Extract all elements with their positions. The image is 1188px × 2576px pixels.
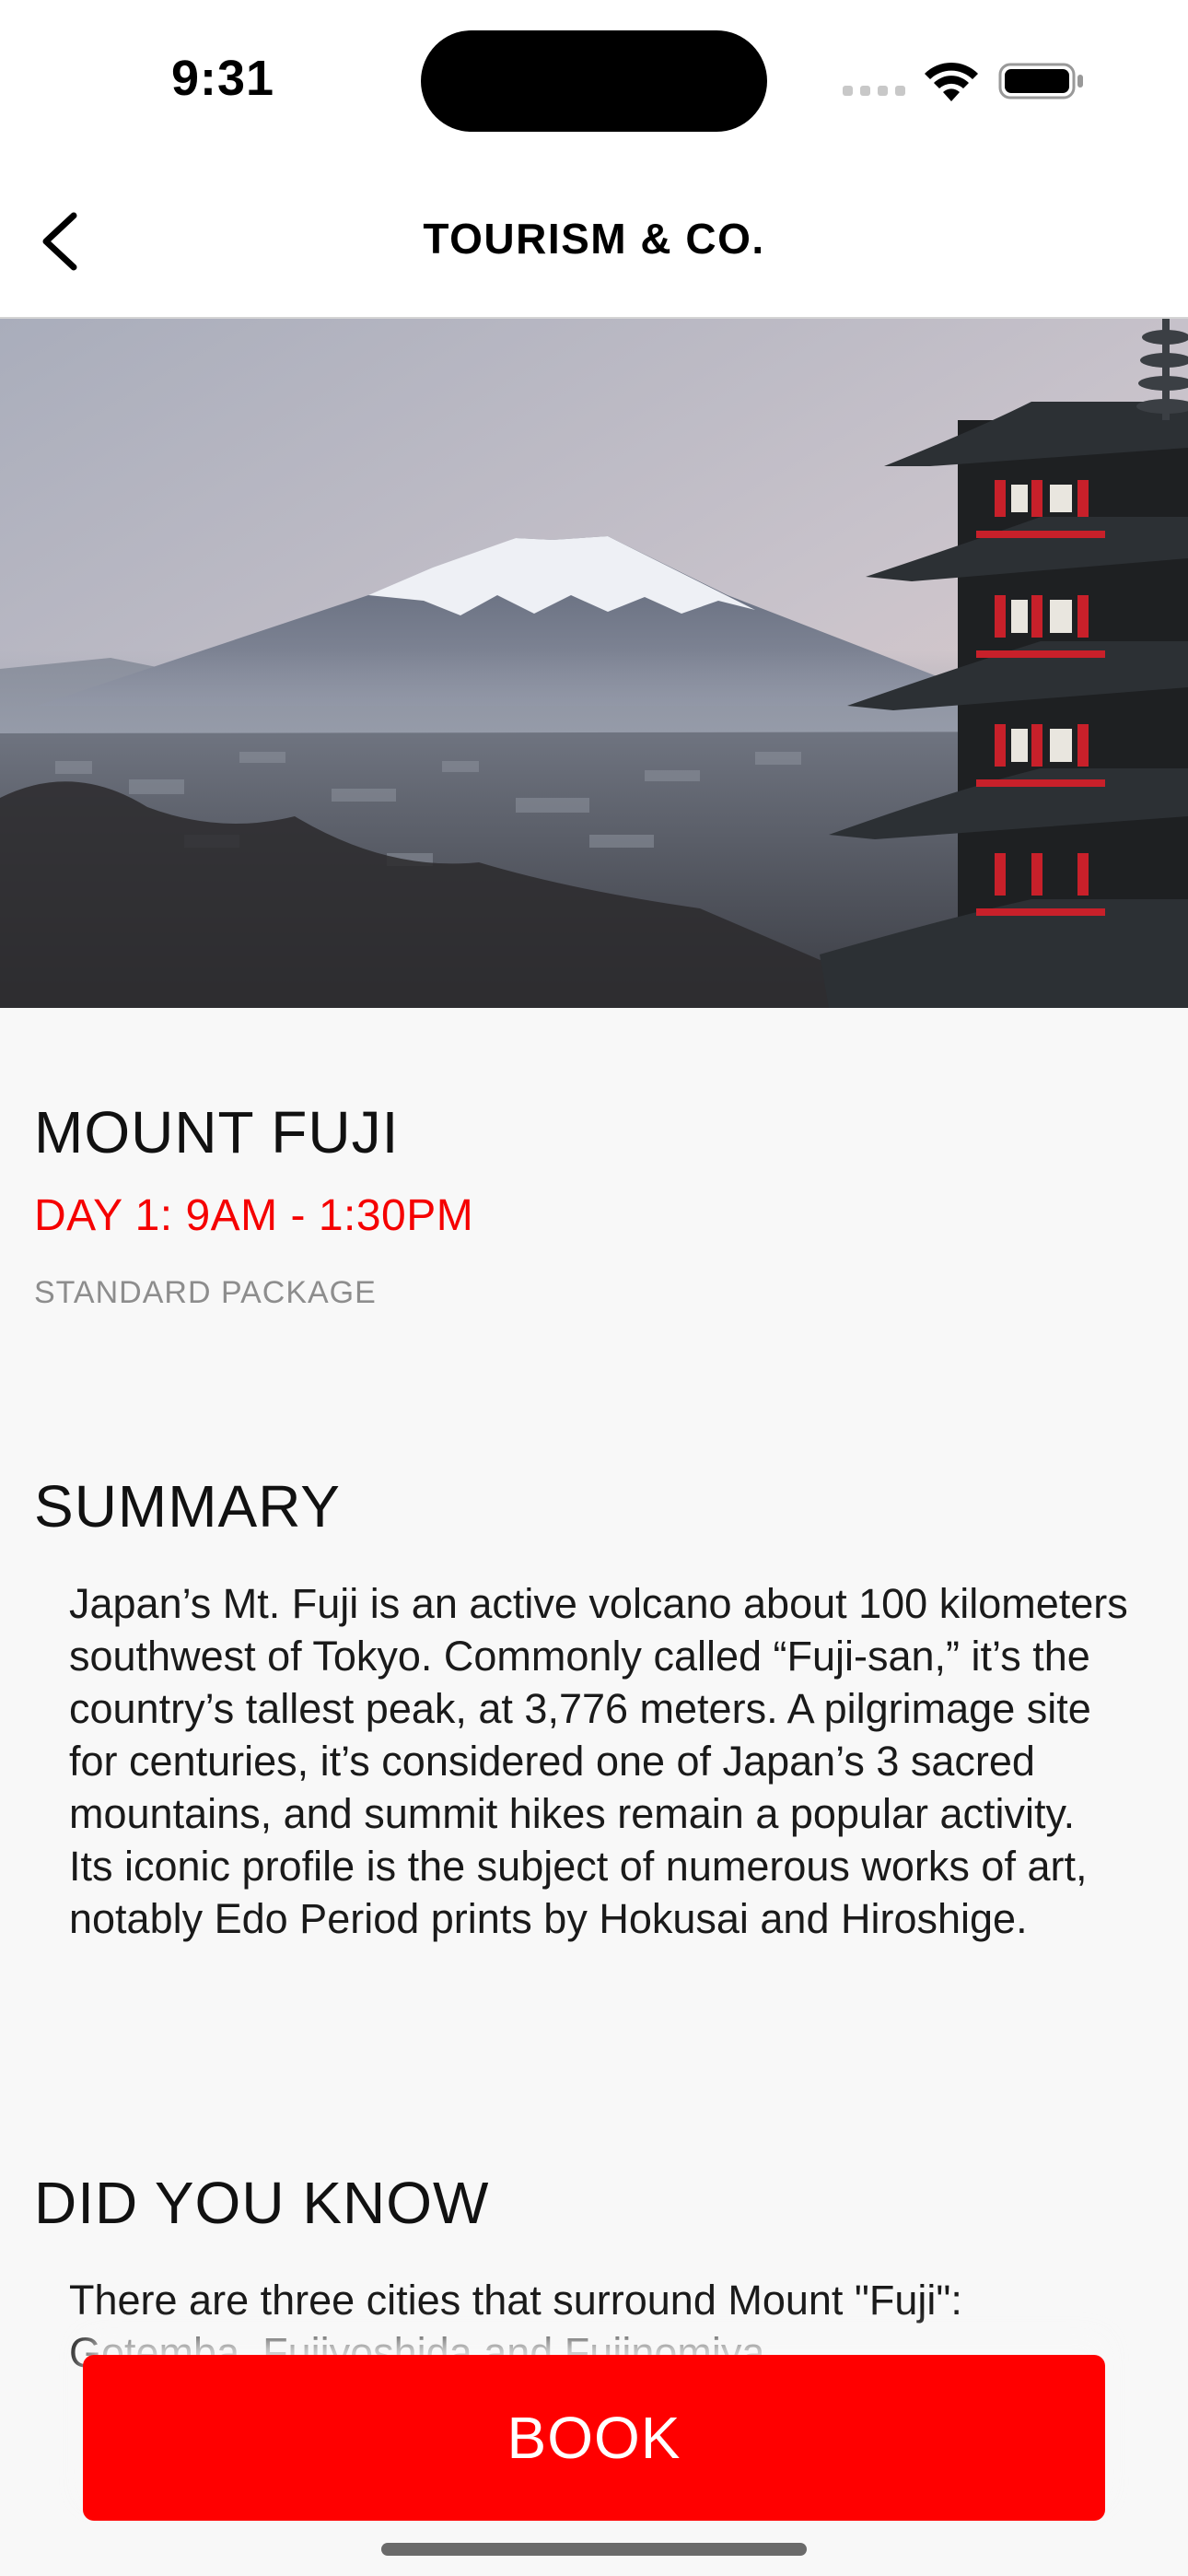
status-time: 9:31 bbox=[171, 51, 275, 106]
place-title: MOUNT FUJI bbox=[34, 1099, 400, 1165]
battery-icon bbox=[998, 63, 1083, 100]
detail-content[interactable]: MOUNT FUJI DAY 1: 9AM - 1:30PM STANDARD … bbox=[0, 1008, 1188, 2576]
home-indicator[interactable] bbox=[381, 2543, 807, 2556]
status-bar: 9:31 bbox=[0, 0, 1188, 166]
book-button[interactable]: BOOK bbox=[83, 2355, 1105, 2521]
hero-image bbox=[0, 319, 1188, 1008]
summary-heading: SUMMARY bbox=[34, 1473, 341, 1540]
package-label: STANDARD PACKAGE bbox=[34, 1275, 377, 1310]
nav-title: TOURISM & CO. bbox=[423, 215, 765, 263]
signal-icon bbox=[843, 86, 905, 99]
app-screen: 9:31 TOURISM & CO. MOUNT FUJI DAY 1: 9AM… bbox=[0, 0, 1188, 2576]
summary-text: Japan’s Mt. Fuji is an active volcano ab… bbox=[69, 1580, 1128, 1942]
wifi-icon bbox=[925, 62, 978, 101]
dynamic-island bbox=[421, 30, 767, 132]
schedule-text: DAY 1: 9AM - 1:30PM bbox=[34, 1191, 474, 1240]
navigation-bar: TOURISM & CO. bbox=[0, 166, 1188, 319]
did-you-know-heading: DID YOU KNOW bbox=[34, 2170, 490, 2236]
